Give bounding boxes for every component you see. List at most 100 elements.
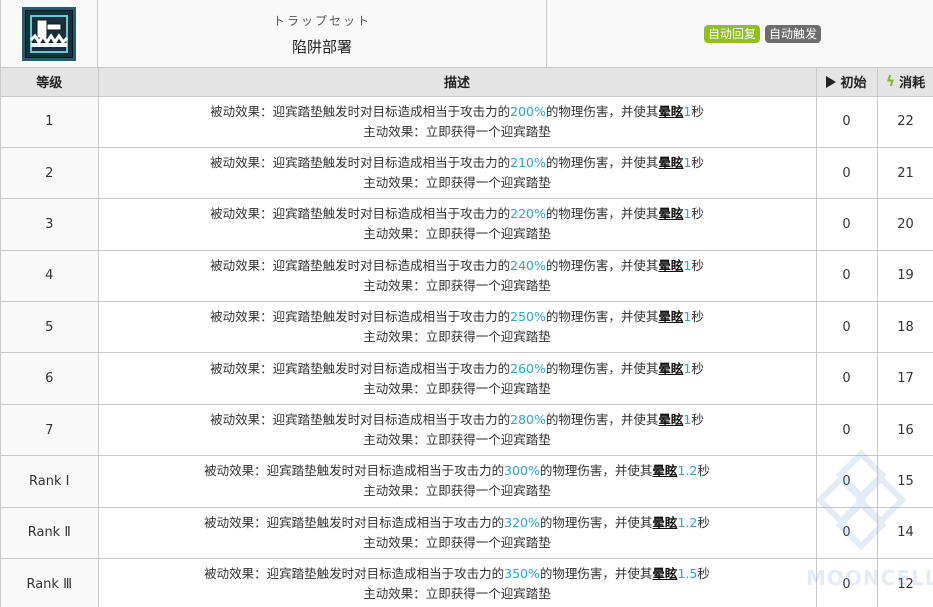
skill-title-cn: 陷阱部署: [291, 38, 352, 56]
description-cell: 被动效果：迎宾踏垫触发时对目标造成相当于攻击力的350%的物理伤害，并使其晕眩1…: [98, 558, 817, 607]
level-cell: Rank Ⅱ: [1, 507, 99, 560]
sp-cost-cell: 14: [877, 507, 933, 560]
passive-effect-line: 被动效果：迎宾踏垫触发时对目标造成相当于攻击力的220%的物理伤害，并使其晕眩1…: [99, 204, 816, 224]
passive-text-mid: 的物理伤害，并使其: [545, 412, 659, 428]
stun-keyword-link[interactable]: 晕眩: [652, 566, 677, 581]
column-header-level: 等级: [1, 68, 99, 97]
sp-cost-cell: 21: [877, 147, 933, 200]
stun-keyword-link[interactable]: 晕眩: [652, 515, 677, 530]
damage-percent: 350%: [504, 566, 540, 582]
passive-text: 被动效果：迎宾踏垫触发时对目标造成相当于攻击力的: [204, 514, 505, 530]
passive-text-mid: 的物理伤害，并使其: [545, 206, 659, 222]
passive-text: 被动效果：迎宾踏垫触发时对目标造成相当于攻击力的: [210, 360, 511, 376]
level-cell: 3: [1, 198, 99, 251]
stun-duration: 1.2: [677, 463, 698, 479]
passive-text: 被动效果：迎宾踏垫触发时对目标造成相当于攻击力的: [210, 206, 511, 222]
stun-keyword-link[interactable]: 晕眩: [658, 155, 683, 170]
passive-text: 被动效果：迎宾踏垫触发时对目标造成相当于攻击力的: [210, 257, 511, 273]
column-header-initial: 初始: [816, 68, 878, 97]
table-row: 3 被动效果：迎宾踏垫触发时对目标造成相当于攻击力的220%的物理伤害，并使其晕眩…: [1, 198, 933, 251]
damage-percent: 200%: [510, 103, 546, 119]
stun-keyword-link[interactable]: 晕眩: [658, 412, 683, 427]
sp-cost-cell: 20: [877, 198, 933, 251]
duration-unit: 秒: [691, 206, 704, 222]
active-effect-line: 主动效果：立即获得一个迎宾踏垫: [363, 123, 551, 139]
passive-text: 被动效果：迎宾踏垫触发时对目标造成相当于攻击力的: [204, 463, 505, 479]
column-header-cost: ϟ 消耗: [877, 68, 933, 97]
level-cell: 7: [1, 404, 99, 457]
trap-skill-icon: [22, 7, 76, 61]
passive-effect-line: 被动效果：迎宾踏垫触发时对目标造成相当于攻击力的260%的物理伤害，并使其晕眩1…: [99, 359, 816, 379]
passive-effect-line: 被动效果：迎宾踏垫触发时对目标造成相当于攻击力的280%的物理伤害，并使其晕眩1…: [99, 410, 816, 430]
active-effect-line: 主动效果：立即获得一个迎宾踏垫: [363, 380, 551, 396]
passive-text: 被动效果：迎宾踏垫触发时对目标造成相当于攻击力的: [204, 566, 505, 582]
column-header-desc: 描述: [98, 68, 817, 97]
cost-label: 消耗: [899, 76, 926, 92]
sp-cost-cell: 16: [877, 404, 933, 457]
damage-percent: 260%: [510, 360, 546, 376]
sp-cost-cell: 22: [877, 96, 933, 148]
passive-text-mid: 的物理伤害，并使其: [545, 257, 659, 273]
passive-effect-line: 被动效果：迎宾踏垫触发时对目标造成相当于攻击力的320%的物理伤害，并使其晕眩1…: [99, 513, 816, 533]
description-cell: 被动效果：迎宾踏垫触发时对目标造成相当于攻击力的220%的物理伤害，并使其晕眩1…: [98, 198, 817, 251]
tag-auto-trigger: 自动触发: [765, 25, 822, 43]
passive-text: 被动效果：迎宾踏垫触发时对目标造成相当于攻击力的: [210, 412, 511, 428]
passive-text-mid: 的物理伤害，并使其: [545, 103, 659, 119]
passive-text: 被动效果：迎宾踏垫触发时对目标造成相当于攻击力的: [210, 155, 511, 171]
skill-panel: トラップセット 陷阱部署 自动回复 自动触发 等级 描述 初始 ϟ 消耗 1 被动效…: [0, 0, 933, 607]
stun-keyword-link[interactable]: 晕眩: [658, 309, 683, 324]
passive-text-mid: 的物理伤害，并使其: [545, 155, 659, 171]
duration-unit: 秒: [691, 155, 704, 171]
lightning-icon: ϟ: [885, 73, 896, 90]
stun-duration: 1.5: [677, 566, 698, 582]
passive-text: 被动效果：迎宾踏垫触发时对目标造成相当于攻击力的: [210, 309, 511, 325]
duration-unit: 秒: [691, 360, 704, 376]
initial-sp-cell: 0: [816, 352, 878, 405]
table-row: Rank Ⅲ 被动效果：迎宾踏垫触发时对目标造成相当于攻击力的350%的物理伤害，…: [1, 558, 933, 607]
passive-effect-line: 被动效果：迎宾踏垫触发时对目标造成相当于攻击力的200%的物理伤害，并使其晕眩1…: [99, 102, 816, 122]
description-cell: 被动效果：迎宾踏垫触发时对目标造成相当于攻击力的210%的物理伤害，并使其晕眩1…: [98, 147, 817, 200]
stun-keyword-link[interactable]: 晕眩: [658, 206, 683, 221]
initial-sp-cell: 0: [816, 250, 878, 303]
sp-cost-cell: 12: [877, 558, 933, 607]
level-cell: 2: [1, 147, 99, 200]
description-cell: 被动效果：迎宾踏垫触发时对目标造成相当于攻击力的240%的物理伤害，并使其晕眩1…: [98, 250, 817, 303]
passive-effect-line: 被动效果：迎宾踏垫触发时对目标造成相当于攻击力的240%的物理伤害，并使其晕眩1…: [99, 256, 816, 276]
table-row: 4 被动效果：迎宾踏垫触发时对目标造成相当于攻击力的240%的物理伤害，并使其晕眩…: [1, 250, 933, 303]
table-row: Rank Ⅱ 被动效果：迎宾踏垫触发时对目标造成相当于攻击力的320%的物理伤害，…: [1, 507, 933, 560]
passive-text-mid: 的物理伤害，并使其: [539, 514, 653, 530]
level-cell: Rank Ⅰ: [1, 455, 99, 508]
sp-cost-cell: 15: [877, 455, 933, 508]
passive-effect-line: 被动效果：迎宾踏垫触发时对目标造成相当于攻击力的300%的物理伤害，并使其晕眩1…: [99, 461, 816, 481]
passive-text-mid: 的物理伤害，并使其: [539, 566, 653, 582]
active-effect-line: 主动效果：立即获得一个迎宾踏垫: [363, 329, 551, 345]
description-cell: 被动效果：迎宾踏垫触发时对目标造成相当于攻击力的300%的物理伤害，并使其晕眩1…: [98, 455, 817, 508]
passive-effect-line: 被动效果：迎宾踏垫触发时对目标造成相当于攻击力的210%的物理伤害，并使其晕眩1…: [99, 153, 816, 173]
initial-sp-cell: 0: [816, 507, 878, 560]
stun-keyword-link[interactable]: 晕眩: [658, 258, 683, 273]
description-cell: 被动效果：迎宾踏垫触发时对目标造成相当于攻击力的260%的物理伤害，并使其晕眩1…: [98, 352, 817, 405]
stun-keyword-link[interactable]: 晕眩: [658, 361, 683, 376]
duration-unit: 秒: [691, 309, 704, 325]
initial-sp-cell: 0: [816, 404, 878, 457]
skill-icon-cell: [1, 0, 98, 68]
active-effect-line: 主动效果：立即获得一个迎宾踏垫: [363, 483, 551, 499]
table-header-row: 等级 描述 初始 ϟ 消耗: [1, 68, 933, 97]
sp-cost-cell: 19: [877, 250, 933, 303]
level-cell: 5: [1, 301, 99, 354]
initial-sp-cell: 0: [816, 301, 878, 354]
initial-sp-cell: 0: [816, 455, 878, 508]
initial-sp-cell: 0: [816, 198, 878, 251]
passive-text-mid: 的物理伤害，并使其: [545, 309, 659, 325]
duration-unit: 秒: [697, 514, 710, 530]
active-effect-line: 主动效果：立即获得一个迎宾踏垫: [363, 277, 551, 293]
stun-keyword-link[interactable]: 晕眩: [658, 104, 683, 119]
stun-keyword-link[interactable]: 晕眩: [652, 463, 677, 478]
active-effect-line: 主动效果：立即获得一个迎宾踏垫: [363, 432, 551, 448]
damage-percent: 280%: [510, 412, 546, 428]
level-cell: 1: [1, 96, 99, 148]
passive-text-mid: 的物理伤害，并使其: [545, 360, 659, 376]
damage-percent: 240%: [510, 257, 546, 273]
play-icon: [826, 75, 837, 88]
description-cell: 被动效果：迎宾踏垫触发时对目标造成相当于攻击力的280%的物理伤害，并使其晕眩1…: [98, 404, 817, 457]
